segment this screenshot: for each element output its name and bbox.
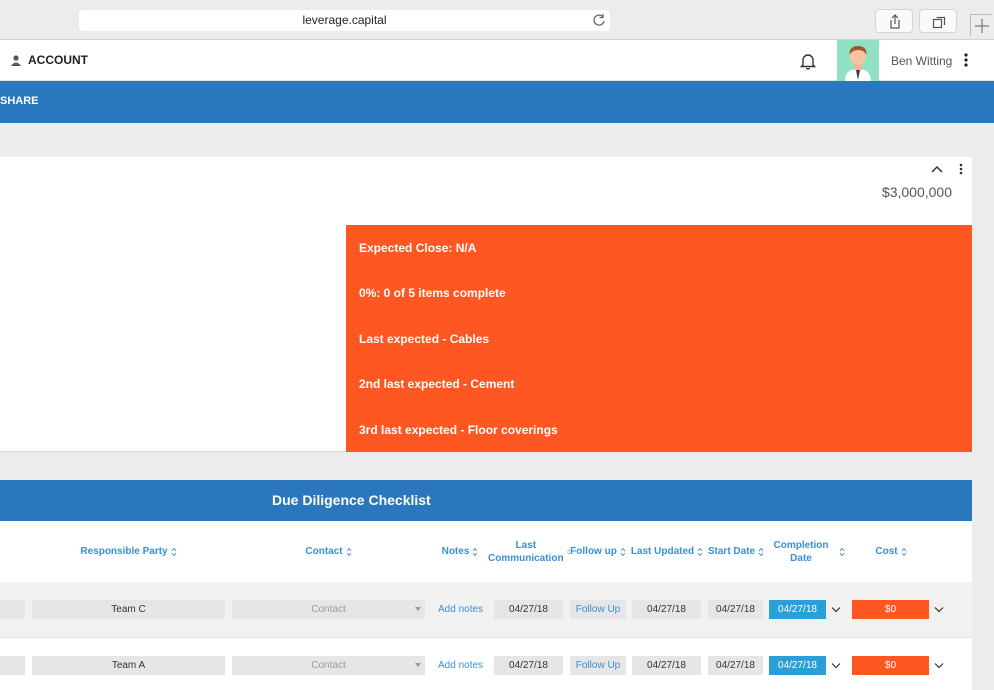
chevron-down-icon[interactable]	[831, 606, 841, 613]
sort-icon	[839, 547, 844, 556]
column-label-line: Last	[515, 539, 537, 551]
dropdown-arrow-icon	[415, 607, 421, 611]
sort-icon	[346, 547, 351, 556]
table-row: Team C Contact Add notes 04/27/18 Follow…	[0, 582, 972, 637]
nav-item-share[interactable]: SHARE	[0, 95, 39, 107]
sort-icon	[901, 547, 906, 556]
follow-up-button[interactable]: Follow Up	[570, 600, 626, 619]
sort-icon	[758, 547, 764, 556]
avatar[interactable]	[837, 40, 879, 81]
app-header: ACCOUNT Ben Witting	[0, 40, 994, 81]
summary-status-panel: Expected Close: N/A 0%: 0 of 5 items com…	[346, 225, 972, 452]
row-leading-field[interactable]	[0, 656, 25, 675]
contact-select[interactable]: Contact	[232, 656, 425, 675]
column-label: Last Communication	[488, 539, 564, 565]
account-label: ACCOUNT	[28, 53, 88, 67]
url-bar[interactable]: leverage.capital	[79, 10, 610, 31]
start-date-field[interactable]: 04/27/18	[708, 656, 763, 675]
column-label: Start Date	[707, 546, 756, 557]
responsible-party-field[interactable]: Team A	[32, 656, 225, 675]
share-icon	[890, 14, 900, 29]
column-header-start-date[interactable]: Start Date	[705, 521, 767, 582]
progress-text: 0%: 0 of 5 items complete	[359, 286, 506, 300]
sort-icon	[620, 547, 626, 556]
column-header-completion-date[interactable]: Completion Date	[770, 521, 848, 582]
column-label: Notes	[441, 546, 470, 557]
sort-icon	[171, 547, 176, 556]
completion-date-field[interactable]: 04/27/18	[769, 656, 826, 675]
chevron-down-icon[interactable]	[934, 606, 944, 613]
column-header-last-updated[interactable]: Last Updated	[630, 521, 704, 582]
column-label: Responsible Party	[80, 546, 168, 557]
browser-toolbar: leverage.capital	[0, 0, 994, 40]
bell-icon[interactable]	[800, 52, 816, 70]
user-avatar-icon	[845, 46, 871, 81]
expected-close-text: Expected Close: N/A	[359, 241, 477, 255]
card-menu-icon[interactable]	[958, 163, 964, 175]
tabs-button[interactable]	[919, 9, 957, 33]
column-header-contact[interactable]: Contact	[232, 521, 425, 582]
row-leading-field[interactable]	[0, 600, 25, 619]
cost-field[interactable]: $0	[852, 656, 929, 675]
start-date-field[interactable]: 04/27/18	[708, 600, 763, 619]
kebab-menu-icon[interactable]	[963, 53, 969, 67]
column-label-line: Date	[790, 552, 812, 564]
contact-select[interactable]: Contact	[232, 600, 425, 619]
last-updated-field[interactable]: 04/27/18	[632, 600, 701, 619]
chevron-down-icon[interactable]	[934, 662, 944, 669]
column-header-responsible-party[interactable]: Responsible Party	[32, 521, 225, 582]
column-label-line: Completion	[773, 539, 829, 551]
cost-field[interactable]: $0	[852, 600, 929, 619]
url-text: leverage.capital	[302, 13, 387, 27]
column-label: Cost	[875, 546, 898, 557]
column-label: Completion Date	[774, 539, 829, 565]
column-label: Follow up	[570, 546, 617, 557]
chevron-down-icon[interactable]	[831, 662, 841, 669]
column-label-line: Communication	[488, 552, 564, 564]
new-tab-button[interactable]	[970, 14, 992, 36]
column-header-last-communication[interactable]: Last Communication	[488, 521, 570, 582]
responsible-party-field[interactable]: Team C	[32, 600, 225, 619]
main-nav: SHARE	[0, 81, 994, 123]
reload-icon[interactable]	[592, 13, 606, 27]
column-label: Contact	[305, 546, 343, 557]
chevron-up-icon[interactable]	[930, 164, 944, 174]
second-last-expected-text: 2nd last expected - Cement	[359, 377, 515, 391]
table-row: Team A Contact Add notes 04/27/18 Follow…	[0, 637, 972, 690]
column-header-cost[interactable]: Cost	[852, 521, 930, 582]
table-header: Responsible Party Contact Notes Last Com…	[0, 521, 972, 582]
checklist-header: Due Diligence Checklist	[0, 480, 972, 521]
user-name[interactable]: Ben Witting	[891, 54, 952, 68]
checklist-title: Due Diligence Checklist	[272, 492, 431, 508]
last-communication-field[interactable]: 04/27/18	[494, 600, 563, 619]
column-label: Last Updated	[630, 546, 695, 557]
contact-select-value: Contact	[311, 660, 346, 671]
third-last-expected-text: 3rd last expected - Floor coverings	[359, 423, 558, 437]
deal-amount: $3,000,000	[881, 184, 952, 200]
last-updated-field[interactable]: 04/27/18	[632, 656, 701, 675]
column-header-follow-up[interactable]: Follow up	[570, 521, 626, 582]
sort-icon	[473, 547, 478, 556]
add-notes-link[interactable]: Add notes	[438, 656, 483, 675]
last-expected-text: Last expected - Cables	[359, 332, 490, 346]
plus-icon	[975, 19, 989, 33]
sort-icon	[697, 547, 703, 556]
last-communication-field[interactable]: 04/27/18	[494, 656, 563, 675]
account-icon	[11, 55, 21, 66]
summary-left-panel	[0, 225, 346, 452]
account-link[interactable]: ACCOUNT	[10, 53, 88, 67]
column-header-notes[interactable]: Notes	[434, 521, 486, 582]
contact-select-value: Contact	[311, 604, 346, 615]
completion-date-field[interactable]: 04/27/18	[769, 600, 826, 619]
deal-card-header: $3,000,000	[0, 157, 972, 225]
dropdown-arrow-icon	[415, 663, 421, 667]
share-button[interactable]	[875, 9, 913, 33]
add-notes-link[interactable]: Add notes	[438, 600, 483, 619]
tabs-icon	[932, 16, 946, 29]
follow-up-button[interactable]: Follow Up	[570, 656, 626, 675]
